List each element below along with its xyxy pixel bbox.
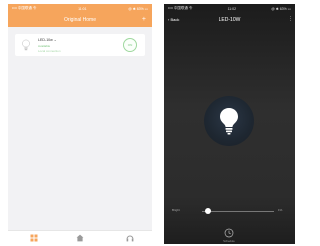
status-bar: •••• 中国联通 令 11:01 @ ✱ 63% ▭ — [8, 4, 152, 13]
power-state-label: ON — [127, 43, 133, 47]
time-label: 11:02 — [227, 6, 237, 11]
schedule-label: Schedule — [223, 239, 235, 243]
device-card[interactable]: LED-10w ⌄ Available Local connection ON — [15, 34, 145, 56]
brightness-label: Bright — [172, 208, 180, 212]
battery-label: @ ✱ 63% ▭ — [271, 6, 291, 11]
status-bar: •••• 中国联通 令 11:02 @ ✱ 63% ▭ — [164, 4, 295, 13]
bulb-power-button[interactable] — [204, 96, 254, 146]
device-name: LED-10w ⌄ — [38, 38, 57, 42]
brightness-slider-track[interactable] — [202, 210, 274, 212]
power-toggle[interactable]: ON — [123, 38, 137, 52]
nav-bar: ‹ Back LED-10W ⋮ — [164, 13, 295, 27]
add-device-button[interactable]: + — [142, 16, 146, 24]
carrier-label: •••• 中国联通 令 — [12, 6, 37, 10]
time-label: 11:01 — [78, 6, 87, 11]
lightbulb-icon — [220, 108, 238, 135]
device-control-screen: •••• 中国联通 令 11:02 @ ✱ 63% ▭ ‹ Back LED-1… — [164, 4, 295, 244]
device-list-screen: •••• 中国联通 令 11:01 @ ✱ 63% ▭ Original Hom… — [8, 4, 152, 244]
brightness-slider-handle[interactable] — [204, 208, 211, 214]
clock-icon[interactable] — [224, 228, 234, 238]
device-connection: Local connection — [38, 48, 61, 53]
carrier-label: •••• 中国联通 令 — [168, 6, 193, 10]
back-button[interactable]: ‹ Back — [168, 17, 179, 22]
device-status: Available — [38, 44, 51, 48]
page-title: LED-10W — [218, 17, 241, 23]
headphones-icon[interactable] — [126, 234, 134, 242]
bulb-icon — [22, 39, 30, 51]
more-button[interactable]: ⋮ — [288, 16, 293, 22]
grid-icon[interactable] — [30, 234, 38, 242]
home-icon[interactable] — [76, 234, 84, 242]
page-title: Original Home — [64, 17, 96, 23]
nav-bar: Original Home + — [8, 13, 152, 27]
tab-bar — [8, 230, 152, 244]
brightness-value: 1% — [278, 208, 283, 212]
battery-label: @ ✱ 63% ▭ — [128, 6, 148, 11]
